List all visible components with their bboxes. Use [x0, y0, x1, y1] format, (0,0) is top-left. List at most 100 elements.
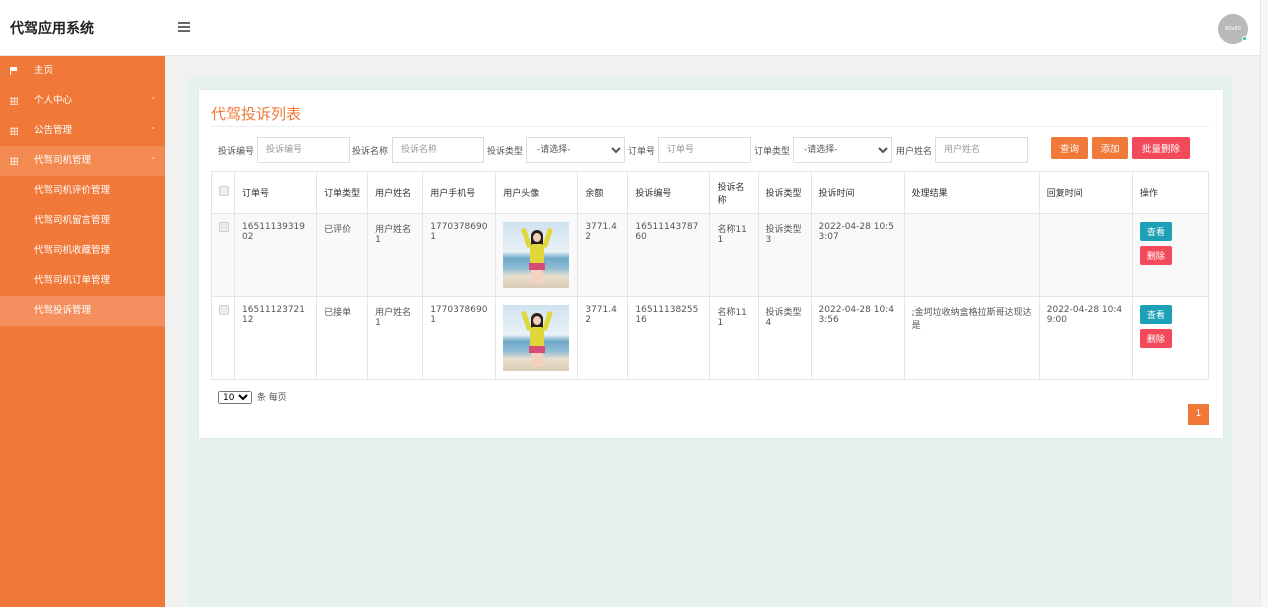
menu-toggle-icon[interactable] [178, 22, 190, 32]
column-header: 回复时间 [1038, 171, 1133, 214]
column-header: 投诉时间 [810, 171, 905, 214]
header-select-all [210, 171, 236, 214]
chevron-up-icon: ˄ [151, 157, 156, 165]
table-row: 1651113931902 已评价 用户姓名1 17703786901 3771… [210, 213, 1210, 297]
sidebar-item-home[interactable]: 主页 [0, 56, 165, 86]
column-header: 订单类型 [316, 171, 369, 214]
page-title: 代驾投诉列表 [211, 105, 302, 123]
actions-cell: 查看 删除 [1131, 213, 1210, 297]
sidebar-item-announcements[interactable]: 公告管理 ˅ [0, 116, 165, 146]
complaint-time-cell: 2022-04-28 10:43:56 [810, 296, 905, 380]
complaint-name-input[interactable] [392, 137, 484, 163]
per-page-label: 条 每页 [256, 393, 287, 403]
complaint-type-label: 投诉类型 [487, 147, 524, 157]
user-avatar[interactable]: 80x80 [1218, 14, 1248, 44]
sidebar-item-label: 主页 [34, 65, 54, 76]
order-no-cell: 1651113931902 [234, 213, 318, 297]
column-header: 投诉类型 [757, 171, 812, 214]
order-no-label: 订单号 [628, 147, 656, 157]
column-header: 用户姓名 [367, 171, 424, 214]
order-type-select[interactable]: -请选择- [793, 137, 892, 163]
row-select-cell [210, 296, 236, 380]
complaint-no-cell: 1651113825516 [627, 296, 711, 380]
page-size-select[interactable]: 10 [218, 391, 252, 404]
complaint-table: 订单号 订单类型 用户姓名 用户手机号 用户头像 余额 投诉编号 投诉名称 投诉… [210, 171, 1210, 380]
grid-icon [10, 157, 18, 165]
avatar-cell [495, 213, 579, 297]
complaint-type-cell: 投诉类型4 [757, 296, 812, 380]
chevron-down-icon: ˅ [151, 97, 156, 105]
table-row: 1651112372112 已接单 用户姓名1 17703786901 3771… [210, 296, 1210, 380]
reply-time-cell: 2022-04-28 10:49:00 [1038, 296, 1133, 380]
order-type-cell: 已接单 [316, 296, 369, 380]
grid-icon [10, 127, 18, 135]
sidebar-item-label: 代驾司机管理 [34, 155, 92, 166]
complaint-type-cell: 投诉类型3 [757, 213, 812, 297]
user-photo [503, 305, 570, 371]
result-cell: ;金坷垃收纳盒格拉斯哥达现达是 [903, 296, 1040, 380]
delete-button[interactable]: 删除 [1139, 329, 1172, 348]
user-name-label: 用户姓名 [896, 147, 933, 157]
column-header: 订单号 [234, 171, 318, 214]
sidebar: 主页 个人中心 ˅ 公告管理 ˅ 代驾司机管理 ˄ 代驾司机评价管理 代驾司机留… [0, 56, 165, 607]
page-number-1[interactable]: 1 [1188, 404, 1209, 425]
column-header: 用户手机号 [422, 171, 497, 214]
app-title: 代驾应用系统 [10, 21, 94, 37]
query-button[interactable]: 查询 [1051, 137, 1088, 159]
grid-icon [10, 97, 18, 105]
view-button[interactable]: 查看 [1139, 222, 1172, 241]
result-cell [903, 213, 1040, 297]
sidebar-item-driver-management[interactable]: 代驾司机管理 ˄ [0, 146, 165, 176]
sidebar-item-label: 公告管理 [34, 125, 73, 136]
sidebar-subitem-driver-orders[interactable]: 代驾司机订单管理 [0, 266, 165, 296]
phone-cell: 17703786901 [422, 296, 497, 380]
order-type-label: 订单类型 [754, 147, 791, 157]
chevron-down-icon: ˅ [151, 127, 156, 135]
view-button[interactable]: 查看 [1139, 305, 1172, 324]
table-header-row: 订单号 订单类型 用户姓名 用户手机号 用户头像 余额 投诉编号 投诉名称 投诉… [210, 171, 1210, 214]
sidebar-item-label: 个人中心 [34, 95, 73, 106]
column-header: 投诉名称 [709, 171, 759, 214]
complaint-time-cell: 2022-04-28 10:53:07 [810, 213, 905, 297]
flag-icon [10, 67, 18, 75]
avatar-cell [495, 296, 579, 380]
complaint-no-cell: 1651114378760 [627, 213, 711, 297]
sidebar-item-personal-center[interactable]: 个人中心 ˅ [0, 86, 165, 116]
order-no-input[interactable] [658, 137, 751, 163]
order-type-cell: 已评价 [316, 213, 369, 297]
row-checkbox[interactable] [219, 222, 229, 232]
page-size-control: 10 条 每页 [218, 390, 287, 404]
select-all-checkbox[interactable] [219, 186, 229, 196]
complaint-no-input[interactable] [257, 137, 350, 163]
sidebar-subitem-driver-messages[interactable]: 代驾司机留言管理 [0, 206, 165, 236]
batch-delete-button[interactable]: 批量删除 [1132, 137, 1190, 159]
title-divider [211, 126, 1209, 127]
search-bar: 投诉编号 投诉名称 投诉类型 -请选择- 订单号 订单类型 -请选择- 用户姓名… [199, 137, 1223, 163]
actions-cell: 查看 删除 [1131, 296, 1210, 380]
sidebar-subitem-driver-reviews[interactable]: 代驾司机评价管理 [0, 176, 165, 206]
sidebar-subitem-complaints[interactable]: 代驾投诉管理 [0, 296, 165, 326]
avatar-placeholder-text: 80x80 [1225, 26, 1241, 32]
complaint-type-select[interactable]: -请选择- [526, 137, 625, 163]
reply-time-cell [1038, 213, 1133, 297]
row-select-cell [210, 213, 236, 297]
delete-button[interactable]: 删除 [1139, 246, 1172, 265]
complaint-list-panel: 代驾投诉列表 投诉编号 投诉名称 投诉类型 -请选择- 订单号 订单类型 -请选… [199, 90, 1223, 438]
scrollbar[interactable] [1260, 0, 1268, 607]
order-no-cell: 1651112372112 [234, 296, 318, 380]
complaint-name-label: 投诉名称 [352, 147, 389, 157]
add-button[interactable]: 添加 [1092, 137, 1128, 159]
complaint-no-label: 投诉编号 [218, 147, 255, 157]
column-header: 余额 [577, 171, 629, 214]
user-photo [503, 222, 570, 288]
phone-cell: 17703786901 [422, 213, 497, 297]
complaint-name-cell: 名称111 [709, 296, 759, 380]
top-header: 代驾应用系统 80x80 [0, 0, 1268, 56]
row-checkbox[interactable] [219, 305, 229, 315]
user-name-input[interactable] [935, 137, 1028, 163]
sidebar-subitem-driver-favorites[interactable]: 代驾司机收藏管理 [0, 236, 165, 266]
user-name-cell: 用户姓名1 [367, 213, 424, 297]
online-status-icon [1242, 36, 1247, 41]
balance-cell: 3771.42 [577, 213, 629, 297]
complaint-name-cell: 名称111 [709, 213, 759, 297]
